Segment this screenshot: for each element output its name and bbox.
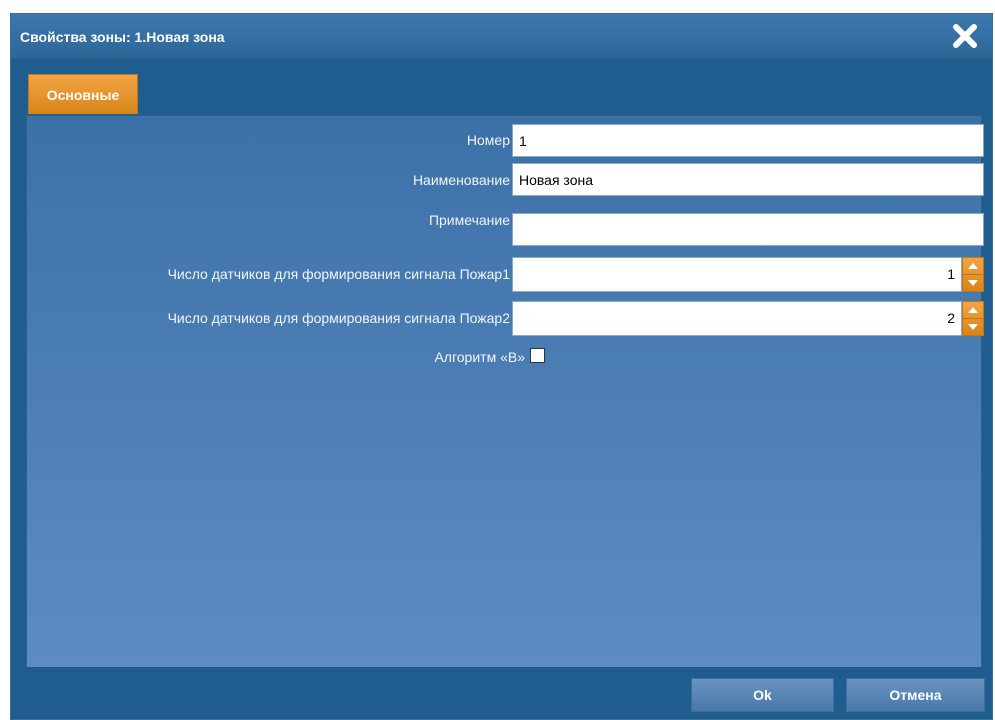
number-field[interactable] <box>512 124 984 157</box>
number-label: Номер <box>466 132 510 148</box>
title-bar: Свойства зоны: 1.Новая зона <box>11 14 992 59</box>
close-button[interactable] <box>950 21 980 51</box>
arrow-down-icon <box>968 280 978 286</box>
cancel-button[interactable]: Отмена <box>846 678 985 712</box>
note-label: Примечание <box>428 212 510 228</box>
tab-bar: Основные <box>11 59 992 114</box>
fire1-stepper: 1 <box>512 257 984 292</box>
fire1-decrement-button[interactable] <box>963 275 983 291</box>
fire1-label: Число датчиков для формирования сигнала … <box>167 266 510 282</box>
ok-button[interactable]: Ok <box>691 678 834 712</box>
fire2-value[interactable]: 2 <box>512 301 962 336</box>
fire1-increment-button[interactable] <box>963 258 983 275</box>
dialog-title: Свойства зоны: 1.Новая зона <box>20 29 225 45</box>
fire2-label: Число датчиков для формирования сигнала … <box>167 310 510 326</box>
arrow-up-icon <box>968 263 978 269</box>
name-field[interactable] <box>512 163 984 196</box>
fire2-spin-buttons <box>962 301 984 336</box>
close-icon <box>953 24 977 48</box>
fire1-spin-buttons <box>962 257 984 292</box>
arrow-down-icon <box>968 324 978 330</box>
algorithm-label: Алгоритм «В» <box>434 349 525 365</box>
form-panel: Номер Наименование Примечание Число датч… <box>26 115 984 670</box>
dialog-footer: Ok Отмена <box>11 667 992 719</box>
algorithm-checkbox[interactable] <box>530 348 545 363</box>
fire2-increment-button[interactable] <box>963 302 983 319</box>
arrow-up-icon <box>968 307 978 313</box>
note-field[interactable] <box>512 213 984 246</box>
fire1-value[interactable]: 1 <box>512 257 962 292</box>
fire2-decrement-button[interactable] <box>963 319 983 335</box>
name-label: Наименование <box>412 172 510 188</box>
zone-properties-dialog: Свойства зоны: 1.Новая зона Основные Ном… <box>10 13 993 720</box>
fire2-stepper: 2 <box>512 301 984 336</box>
tab-main[interactable]: Основные <box>28 74 138 114</box>
